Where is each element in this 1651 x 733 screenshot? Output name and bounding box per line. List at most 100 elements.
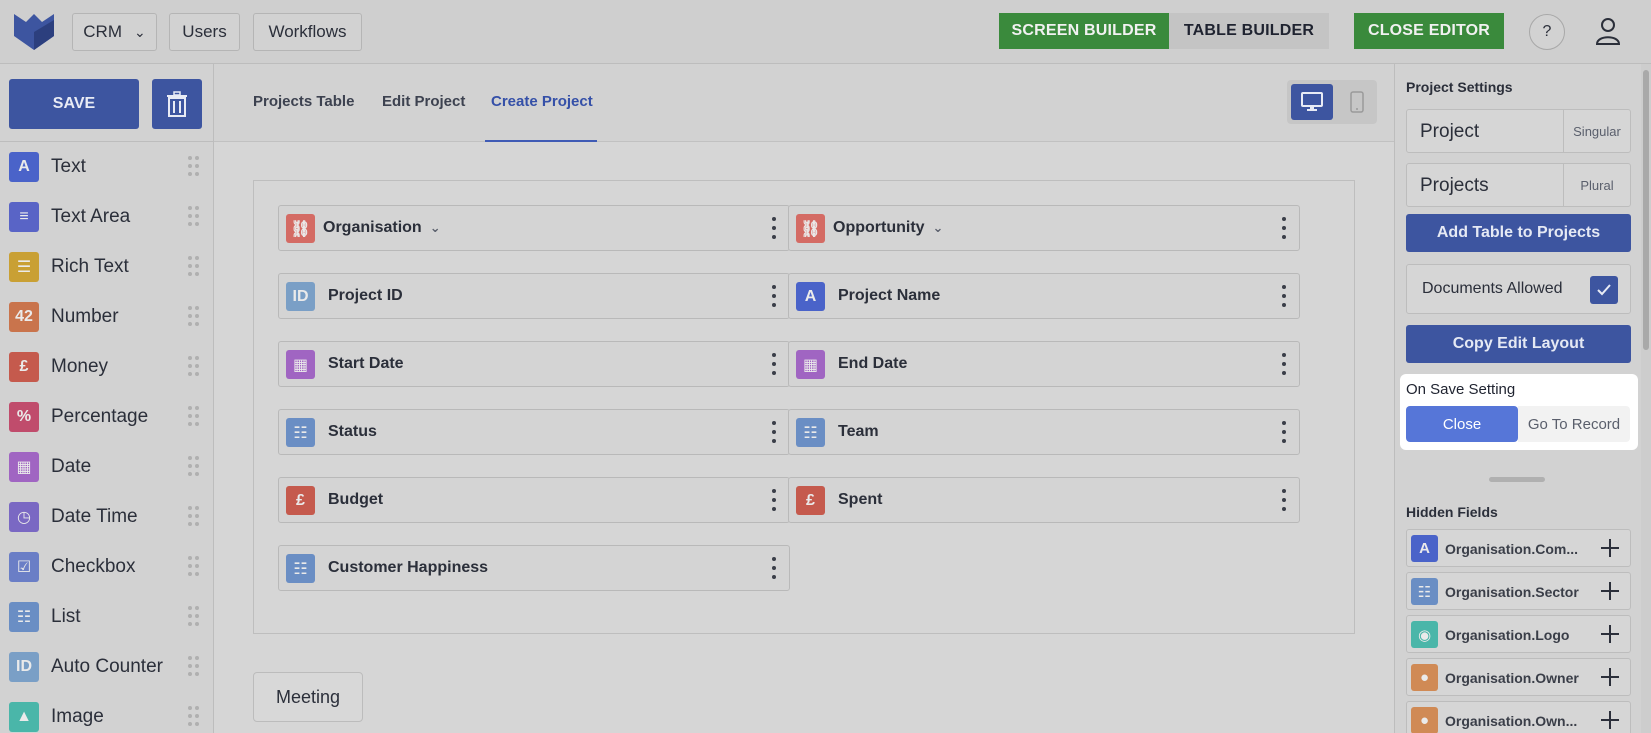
more-options-icon[interactable] [1282, 217, 1286, 239]
more-options-icon[interactable] [1282, 285, 1286, 307]
screen-builder-button[interactable]: SCREEN BUILDER [999, 13, 1169, 49]
on-save-go-to-record-option[interactable]: Go To Record [1518, 406, 1630, 442]
sidebar-item[interactable]: ☑ Checkbox [0, 542, 214, 592]
sidebar-item[interactable]: ▲ Image [0, 692, 214, 733]
form-field[interactable]: £ Budget [278, 477, 790, 523]
add-icon[interactable] [1600, 710, 1620, 730]
form-field[interactable]: ▦ Start Date [278, 341, 790, 387]
drag-handle-icon[interactable] [188, 206, 202, 228]
singular-name-value: Project [1420, 121, 1480, 142]
form-field[interactable]: ID Project ID [278, 273, 790, 319]
scrollbar-thumb[interactable] [1643, 70, 1649, 350]
sidebar-item[interactable]: A Text [0, 142, 214, 192]
sidebar-item[interactable]: ≡ Text Area [0, 192, 214, 242]
resize-handle[interactable] [1489, 477, 1545, 482]
form-field[interactable]: A Project Name [788, 273, 1300, 319]
user-icon: ● [1411, 664, 1438, 691]
table-builder-button[interactable]: TABLE BUILDER [1169, 13, 1329, 49]
logo-icon[interactable] [12, 12, 56, 52]
hidden-field-item[interactable]: ● Organisation.Own... [1406, 701, 1631, 733]
more-options-icon[interactable] [772, 285, 776, 307]
form-field[interactable]: £ Spent [788, 477, 1300, 523]
plural-name-field[interactable]: Projects Plural [1406, 163, 1631, 207]
add-icon[interactable] [1600, 538, 1620, 558]
more-options-icon[interactable] [772, 557, 776, 579]
more-options-icon[interactable] [772, 353, 776, 375]
top-bar: CRM ⌄ Users Workflows SCREEN BUILDER TAB… [0, 0, 1651, 64]
add-icon[interactable] [1600, 667, 1620, 687]
mobile-view-button[interactable] [1339, 84, 1375, 120]
on-save-close-option[interactable]: Close [1406, 406, 1518, 442]
desktop-view-button[interactable] [1291, 84, 1333, 120]
drag-handle-icon[interactable] [188, 406, 202, 428]
form-field[interactable]: ☷ Team [788, 409, 1300, 455]
trash-icon [167, 91, 187, 117]
form-field[interactable]: ⛓ Opportunity ⌄ [788, 205, 1300, 251]
number-icon: 42 [9, 302, 39, 332]
list-icon: ☷ [286, 554, 315, 583]
form-field-label-text: Status [328, 423, 377, 440]
drag-handle-icon[interactable] [188, 456, 202, 478]
sidebar-item[interactable]: 42 Number [0, 292, 214, 342]
sidebar-item[interactable]: ▦ Date [0, 442, 214, 492]
add-icon[interactable] [1600, 624, 1620, 644]
sidebar-item[interactable]: ☷ List [0, 592, 214, 642]
on-save-setting: On Save Setting Close Go To Record [1400, 374, 1638, 450]
close-editor-button[interactable]: CLOSE EDITOR [1354, 13, 1504, 49]
sidebar-item-label: Percentage [51, 406, 149, 427]
more-options-icon[interactable] [772, 489, 776, 511]
form-field-label-text: Project Name [838, 287, 941, 304]
meeting-tab-button[interactable]: Meeting [253, 672, 363, 722]
app-select[interactable]: CRM ⌄ [72, 13, 157, 51]
chevron-down-icon[interactable]: ⌄ [933, 220, 944, 235]
form-field[interactable]: ▦ End Date [788, 341, 1300, 387]
drag-handle-icon[interactable] [188, 706, 202, 728]
sidebar-item[interactable]: % Percentage [0, 392, 214, 442]
more-options-icon[interactable] [772, 421, 776, 443]
drag-handle-icon[interactable] [188, 556, 202, 578]
drag-handle-icon[interactable] [188, 256, 202, 278]
sidebar-item[interactable]: ◷ Date Time [0, 492, 214, 542]
sidebar-item[interactable]: ☰ Rich Text [0, 242, 214, 292]
save-button[interactable]: SAVE [9, 79, 139, 129]
add-icon[interactable] [1600, 581, 1620, 601]
form-field[interactable]: ⛓ Organisation ⌄ [278, 205, 790, 251]
hidden-field-item[interactable]: ☷ Organisation.Sector [1406, 572, 1631, 610]
drag-handle-icon[interactable] [188, 606, 202, 628]
text-icon: A [9, 152, 39, 182]
users-button[interactable]: Users [169, 13, 240, 51]
delete-button[interactable] [152, 79, 202, 129]
documents-allowed-toggle[interactable]: Documents Allowed [1406, 264, 1631, 314]
form-field-label: Opportunity ⌄ [833, 219, 943, 237]
workflows-button[interactable]: Workflows [253, 13, 362, 51]
more-options-icon[interactable] [1282, 489, 1286, 511]
drag-handle-icon[interactable] [188, 306, 202, 328]
sidebar-item[interactable]: £ Money [0, 342, 214, 392]
tab-create-project[interactable]: Create Project [491, 93, 593, 110]
sidebar-item[interactable]: ID Auto Counter [0, 642, 214, 692]
more-options-icon[interactable] [1282, 421, 1286, 443]
check-icon [1597, 284, 1611, 296]
more-options-icon[interactable] [1282, 353, 1286, 375]
tab-edit-project[interactable]: Edit Project [382, 93, 465, 110]
form-field[interactable]: ☷ Customer Happiness [278, 545, 790, 591]
plural-name-value: Projects [1420, 175, 1489, 196]
drag-handle-icon[interactable] [188, 356, 202, 378]
singular-name-field[interactable]: Project Singular [1406, 109, 1631, 153]
drag-handle-icon[interactable] [188, 506, 202, 528]
more-options-icon[interactable] [772, 217, 776, 239]
copy-edit-layout-button[interactable]: Copy Edit Layout [1406, 325, 1631, 363]
form-field[interactable]: ☷ Status [278, 409, 790, 455]
hidden-field-item[interactable]: ● Organisation.Owner [1406, 658, 1631, 696]
drag-handle-icon[interactable] [188, 656, 202, 678]
add-table-button[interactable]: Add Table to Projects [1406, 214, 1631, 252]
documents-allowed-checkbox[interactable] [1590, 276, 1618, 304]
user-icon[interactable] [1593, 16, 1623, 46]
hidden-field-item[interactable]: A Organisation.Com... [1406, 529, 1631, 567]
hidden-field-item[interactable]: ◉ Organisation.Logo [1406, 615, 1631, 653]
chevron-down-icon[interactable]: ⌄ [430, 220, 441, 235]
drag-handle-icon[interactable] [188, 156, 202, 178]
help-button[interactable]: ? [1529, 14, 1565, 50]
tab-projects-table[interactable]: Projects Table [253, 93, 354, 110]
date-time-icon: ◷ [9, 502, 39, 532]
